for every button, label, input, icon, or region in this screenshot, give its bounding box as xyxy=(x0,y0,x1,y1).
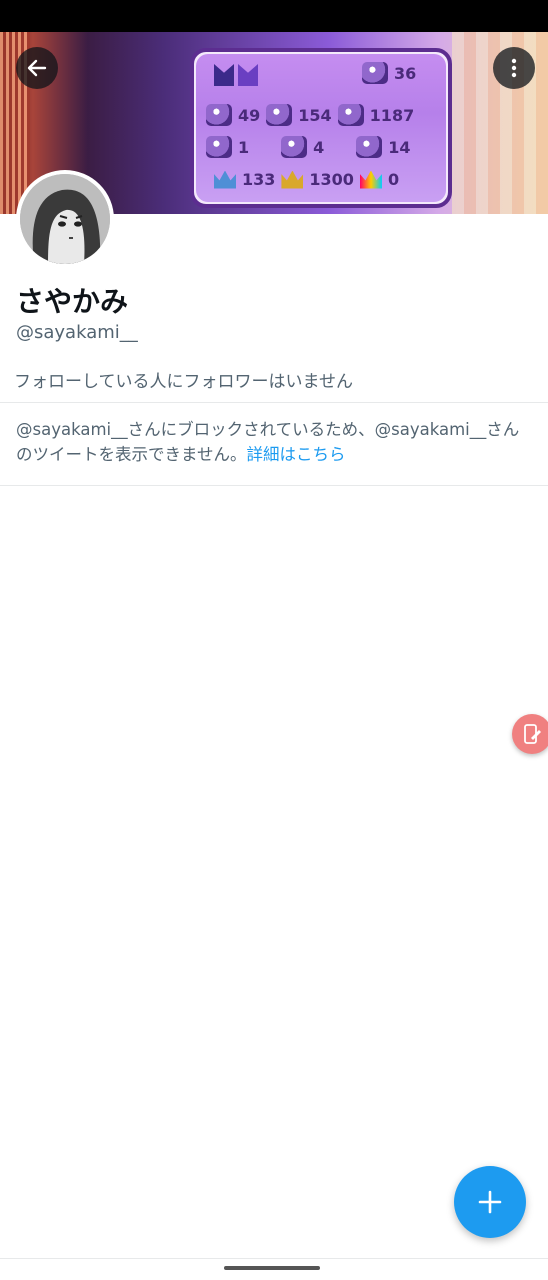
plus-icon xyxy=(478,1190,502,1214)
cat-ear-icon xyxy=(214,64,234,86)
avatar[interactable] xyxy=(16,170,114,268)
compose-tweet-button[interactable] xyxy=(454,1166,526,1238)
banner-stat-row-2: 49 154 1187 xyxy=(206,104,414,126)
profile-display-name: さやかみ xyxy=(16,285,129,318)
banner-stat-row-1: 36 xyxy=(362,62,416,84)
navigation-bar-divider xyxy=(0,1258,548,1259)
gem-icon xyxy=(356,136,383,158)
avatar-illustration-icon xyxy=(20,174,110,264)
gem-icon xyxy=(206,104,232,126)
banner-cat-ears xyxy=(214,64,258,86)
banner-stat-value: 4 xyxy=(313,137,325,157)
profile-handle: @sayakami__ xyxy=(16,322,138,343)
banner-stat-row-4: 133 1300 0 xyxy=(214,170,399,189)
phone-edit-icon xyxy=(524,724,541,744)
back-arrow-icon xyxy=(27,59,47,77)
banner-stat-value: 1 xyxy=(238,137,250,157)
gem-icon xyxy=(362,62,388,84)
status-bar xyxy=(0,0,548,32)
gem-icon xyxy=(206,136,232,158)
banner-stat-value: 49 xyxy=(238,105,261,125)
more-options-button[interactable] xyxy=(493,47,535,89)
blocked-notice: @sayakami__さんにブロックされているため、@sayakami__さんの… xyxy=(16,417,534,467)
avatar-image xyxy=(20,174,110,264)
banner-stat-value: 36 xyxy=(394,63,417,83)
gem-icon xyxy=(266,104,293,126)
crown-icon xyxy=(359,170,382,189)
divider xyxy=(0,402,548,403)
crown-icon xyxy=(214,170,236,189)
banner-stat-value: 154 xyxy=(298,105,332,125)
more-vertical-icon xyxy=(511,58,517,78)
back-button[interactable] xyxy=(16,47,58,89)
home-indicator[interactable] xyxy=(224,1266,320,1270)
gem-icon xyxy=(337,104,364,126)
gem-icon xyxy=(281,136,308,158)
learn-more-link[interactable]: 詳細はこちら xyxy=(247,445,346,464)
followers-you-know-note: フォローしている人にフォロワーはいません xyxy=(14,372,353,392)
banner-stat-value: 133 xyxy=(242,170,276,189)
banner-stat-value: 1187 xyxy=(369,105,415,125)
divider xyxy=(0,485,548,486)
banner-stat-row-3: 1 4 14 xyxy=(206,136,411,158)
banner-stat-value: 1300 xyxy=(309,170,354,189)
cat-ear-icon xyxy=(238,64,258,86)
floating-overlay-button[interactable] xyxy=(512,714,548,754)
banner-stat-value: 0 xyxy=(387,170,400,189)
banner-stat-value: 14 xyxy=(388,137,411,157)
crown-icon xyxy=(281,170,304,189)
